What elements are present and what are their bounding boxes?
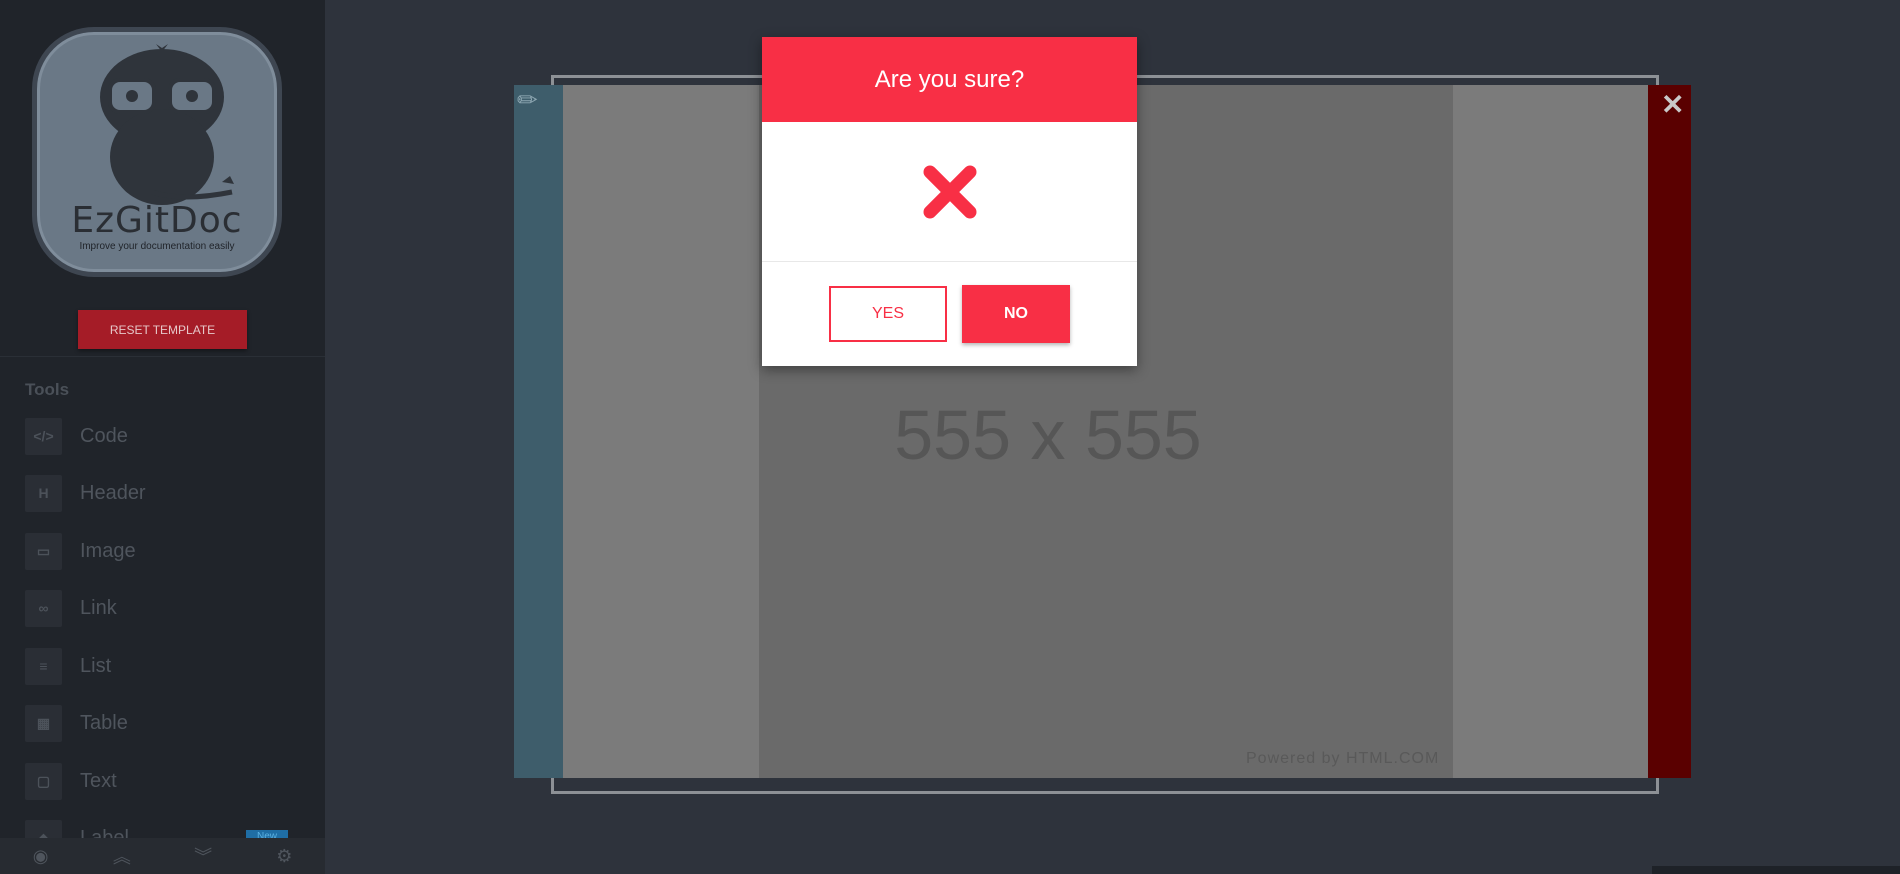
tool-text[interactable]: ▢ Text	[25, 762, 295, 800]
tool-list[interactable]: ≡ List	[25, 647, 295, 685]
code-icon: </>	[25, 417, 62, 455]
dialog-actions: YES NO	[762, 262, 1137, 366]
sidebar-bottom-bar: ◉ ︽ ︾ ⚙	[0, 838, 325, 874]
tool-link[interactable]: ∞ Link	[25, 589, 295, 627]
tool-code[interactable]: </> Code	[25, 417, 295, 455]
tool-header[interactable]: H Header	[25, 474, 295, 512]
logo-title: EzGitDoc	[71, 200, 243, 241]
dialog-body	[762, 122, 1137, 262]
gear-icon[interactable]: ⚙	[264, 846, 304, 867]
no-button[interactable]: NO	[962, 285, 1070, 343]
tool-label: Link	[80, 596, 117, 619]
link-icon: ∞	[25, 589, 62, 627]
close-icon[interactable]: ✕	[1661, 88, 1684, 121]
corner-bar	[1652, 866, 1900, 874]
confirm-dialog: Are you sure? YES NO	[762, 37, 1137, 366]
list-icon: ≡	[25, 647, 62, 685]
tool-table[interactable]: ▦ Table	[25, 704, 295, 742]
reset-template-button[interactable]: RESET TEMPLATE	[78, 310, 247, 349]
owl-icon	[100, 44, 234, 205]
tool-label: Header	[80, 481, 146, 504]
powered-by-text: Powered by HTML.COM	[1246, 750, 1440, 767]
edit-handle[interactable]	[514, 85, 563, 778]
logo: EzGitDoc Improve your documentation easi…	[32, 27, 282, 277]
placeholder-text: 555 x 555	[894, 396, 1202, 474]
eye-icon[interactable]: ◉	[21, 846, 61, 867]
image-icon: ▭	[25, 532, 62, 570]
tool-label: Table	[80, 711, 128, 734]
tool-label: Image	[80, 539, 136, 562]
tool-label: Text	[80, 769, 117, 792]
divider	[0, 356, 325, 357]
dialog-title: Are you sure?	[762, 37, 1137, 122]
table-icon: ▦	[25, 704, 62, 742]
text-icon: ▢	[25, 762, 62, 800]
tool-label: List	[80, 654, 112, 677]
sidebar: EzGitDoc Improve your documentation easi…	[0, 0, 325, 874]
logo-subtitle: Improve your documentation easily	[79, 241, 235, 252]
tool-image[interactable]: ▭ Image	[25, 532, 295, 570]
tool-label: Code	[80, 424, 128, 447]
tools-heading: Tools	[25, 380, 70, 399]
header-icon: H	[25, 474, 62, 512]
x-mark-icon	[923, 165, 976, 218]
double-chevron-down-icon[interactable]: ︾	[183, 843, 223, 869]
yes-button[interactable]: YES	[829, 286, 947, 342]
double-chevron-up-icon[interactable]: ︽	[102, 843, 142, 869]
delete-handle[interactable]	[1648, 85, 1691, 778]
